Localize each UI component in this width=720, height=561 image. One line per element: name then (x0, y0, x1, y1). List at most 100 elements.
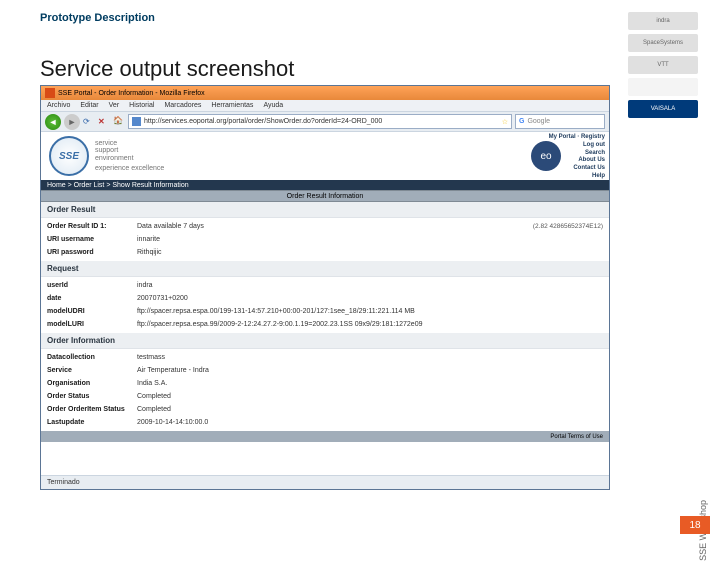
row-orderitem-status: Order OrderItem Status Completed (41, 403, 609, 416)
extra-order-result-id: (2.82 42865652374E12) (533, 223, 603, 230)
status-bar: Terminado (41, 475, 609, 489)
link-logout[interactable]: Log out (549, 142, 605, 150)
order-info-rows: Datacollection testmass Service Air Temp… (41, 349, 609, 431)
label-order-status: Order Status (47, 393, 137, 400)
val-service: Air Temperature - Indra (137, 367, 603, 374)
label-date: date (47, 295, 137, 302)
row-organisation: Organisation India S.A. (41, 377, 609, 390)
sse-header: SSE service support environment experien… (41, 132, 609, 180)
link-portal-registry[interactable]: My Portal · Registry (549, 134, 605, 142)
prototype-description-label: Prototype Description (40, 12, 155, 24)
val-order-status: Completed (137, 393, 603, 400)
label-uri-password: URI password (47, 249, 137, 256)
firefox-icon (45, 88, 55, 98)
bookmark-star-icon[interactable]: ☆ (502, 118, 508, 126)
val-orderitem-status: Completed (137, 406, 603, 413)
menu-tools[interactable]: Herramientas (211, 102, 253, 109)
row-modeludri: modelUDRI ftp://spacer.repsa.espa.00/199… (41, 305, 609, 318)
logo-blank (628, 78, 698, 96)
subhead-order-info: Order Information (41, 333, 609, 349)
logo-spacesystems: SpaceSystems (628, 34, 698, 52)
link-help[interactable]: Help (549, 173, 605, 181)
label-userid: userId (47, 282, 137, 289)
val-datacollection: testmass (137, 354, 603, 361)
toolbar: ◄ ► ⟳ ✕ 🏠 http://services.eoportal.org/p… (41, 112, 609, 132)
link-contact[interactable]: Contact Us (549, 165, 605, 173)
link-search[interactable]: Search (549, 150, 605, 158)
row-order-result-id: Order Result ID 1: Data available 7 days… (41, 220, 609, 233)
logo-vaisala: VAISALA (628, 100, 698, 118)
home-icon[interactable]: 🏠 (113, 116, 125, 128)
order-result-rows: Order Result ID 1: Data available 7 days… (41, 218, 609, 261)
val-order-result-id: Data available 7 days (137, 223, 515, 230)
row-userid: userId indra (41, 279, 609, 292)
search-placeholder: Google (527, 118, 550, 125)
sse-tag-env: environment (95, 155, 164, 163)
reload-icon[interactable]: ⟳ (83, 117, 95, 126)
sse-tag-excellence: experience excellence (95, 165, 164, 173)
menu-view[interactable]: Ver (109, 102, 120, 109)
label-uri-username: URI username (47, 236, 137, 243)
menu-bookmarks[interactable]: Marcadores (164, 102, 201, 109)
section-title-bar: Order Result Information (41, 190, 609, 202)
sse-tag-service: service (95, 140, 164, 148)
row-uri-username: URI username innarite (41, 233, 609, 246)
back-icon[interactable]: ◄ (45, 114, 61, 130)
google-icon: G (519, 118, 524, 125)
label-order-result-id: Order Result ID 1: (47, 223, 137, 230)
window-title: SSE Portal - Order Information - Mozilla… (58, 90, 205, 97)
url-text: http://services.eoportal.org/portal/orde… (144, 118, 382, 125)
forward-icon[interactable]: ► (64, 114, 80, 130)
page-number: 18 (680, 516, 710, 534)
header-links: My Portal · Registry Log out Search Abou… (549, 134, 605, 181)
url-bar[interactable]: http://services.eoportal.org/portal/orde… (128, 114, 512, 129)
sse-tag-support: support (95, 147, 164, 155)
label-organisation: Organisation (47, 380, 137, 387)
val-modelluri: ftp://spacer.repsa.espa.99/2009-2-12:24.… (137, 321, 603, 328)
menu-help[interactable]: Ayuda (263, 102, 283, 109)
sse-logo-icon: SSE (49, 136, 89, 176)
link-about[interactable]: About Us (549, 157, 605, 165)
logo-vtt: VTT (628, 56, 698, 74)
menu-file[interactable]: Archivo (47, 102, 70, 109)
status-text: Terminado (47, 479, 80, 486)
label-datacollection: Datacollection (47, 354, 137, 361)
window-titlebar: SSE Portal - Order Information - Mozilla… (41, 86, 609, 100)
menu-bar: Archivo Editar Ver Historial Marcadores … (41, 100, 609, 112)
footer-bar: Portal Terms of Use (41, 431, 609, 442)
row-modelluri: modelLURI ftp://spacer.repsa.espa.99/200… (41, 318, 609, 331)
val-userid: indra (137, 282, 603, 289)
row-date: date 20070731+0200 (41, 292, 609, 305)
subhead-order-result: Order Result (41, 202, 609, 218)
val-lastupdate: 2009-10-14-14:10:00.0 (137, 419, 603, 426)
favicon-icon (132, 117, 141, 126)
page-title: Service output screenshot (40, 56, 294, 82)
label-service: Service (47, 367, 137, 374)
val-uri-password: Rithqijic (137, 249, 603, 256)
row-order-status: Order Status Completed (41, 390, 609, 403)
row-lastupdate: Lastupdate 2009-10-14-14:10:00.0 (41, 416, 609, 429)
menu-edit[interactable]: Editar (80, 102, 98, 109)
breadcrumb: Home > Order List > Show Result Informat… (41, 180, 609, 190)
val-modeludri: ftp://spacer.repsa.espa.00/199-131-14:57… (137, 308, 603, 315)
search-box[interactable]: G Google (515, 114, 605, 129)
request-rows: userId indra date 20070731+0200 modelUDR… (41, 277, 609, 333)
label-orderitem-status: Order OrderItem Status (47, 406, 137, 413)
label-lastupdate: Lastupdate (47, 419, 137, 426)
sse-logo-text: service support environment experience e… (95, 140, 164, 173)
link-terms[interactable]: Portal Terms of Use (550, 434, 603, 440)
subhead-request: Request (41, 261, 609, 277)
row-service: Service Air Temperature - Indra (41, 364, 609, 377)
val-uri-username: innarite (137, 236, 603, 243)
val-organisation: India S.A. (137, 380, 603, 387)
browser-window: SSE Portal - Order Information - Mozilla… (40, 85, 610, 490)
menu-history[interactable]: Historial (129, 102, 154, 109)
label-modelluri: modelLURI (47, 321, 137, 328)
row-uri-password: URI password Rithqijic (41, 246, 609, 259)
partner-logos: indra SpaceSystems VTT VAISALA (628, 12, 708, 132)
row-datacollection: Datacollection testmass (41, 351, 609, 364)
label-modeludri: modelUDRI (47, 308, 137, 315)
val-date: 20070731+0200 (137, 295, 603, 302)
stop-icon[interactable]: ✕ (98, 117, 110, 126)
logo-indra: indra (628, 12, 698, 30)
